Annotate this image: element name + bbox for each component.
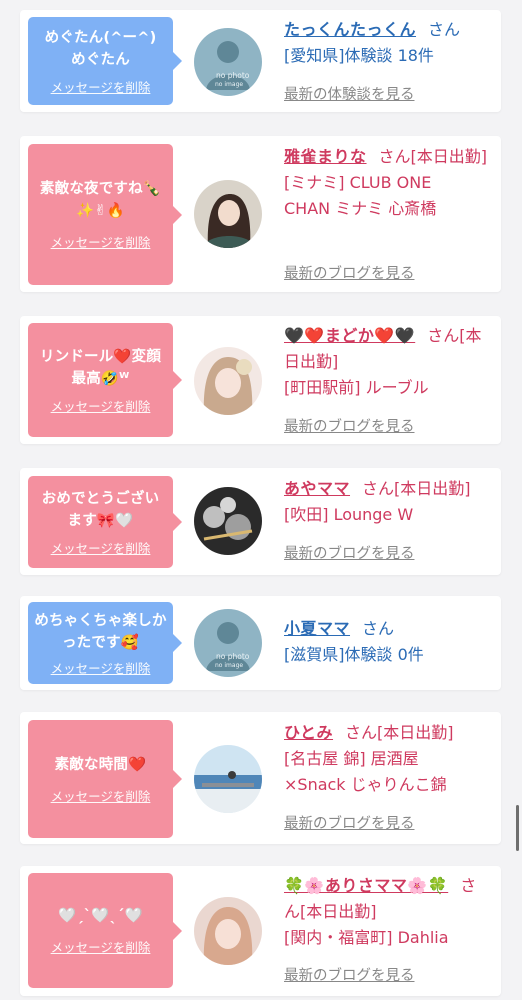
message-text: めぐたん(^ー^)めぐたん: [44, 29, 157, 68]
avatar[interactable]: no photo no image: [194, 609, 262, 677]
user-photo: [194, 347, 262, 415]
avatar[interactable]: [194, 897, 262, 965]
latest-blog-link[interactable]: 最新のブログを見る: [284, 542, 415, 563]
delete-message-link[interactable]: メッセージを削除: [51, 937, 151, 956]
name-suffix: さん: [362, 619, 395, 638]
user-info: 🖤❤️まどか❤️🖤 さん[本日出勤] [町田駅前] ルーブル: [284, 323, 491, 401]
latest-blog-link[interactable]: 最新のブログを見る: [284, 415, 415, 436]
user-photo: [194, 487, 262, 555]
avatar[interactable]: [194, 180, 262, 248]
message-text: 🤍ˏˋ🤍ˎˊ🤍: [58, 908, 143, 924]
user-name-link[interactable]: 🍀🌸ありさママ🌸🍀: [284, 876, 448, 895]
message-bubble: リンドール❤️変顔最高🤣ᵂ メッセージを削除: [28, 323, 182, 437]
delete-message-link[interactable]: メッセージを削除: [51, 77, 151, 96]
list-item: 素敵な時間❤️ メッセージを削除 ひとみ さん[本日出勤] [名古屋 錦] 居酒屋…: [20, 712, 501, 844]
message-text: 素敵な夜ですね🍾✨✌🔥: [39, 181, 162, 219]
user-meta: [ミナミ] CLUB ONE CHAN ミナミ 心斎橋: [284, 173, 437, 218]
user-name-link[interactable]: ひとみ: [284, 723, 333, 742]
svg-text:no image: no image: [215, 662, 243, 669]
user-meta: [町田駅前] ルーブル: [284, 378, 429, 397]
svg-text:no photo: no photo: [216, 71, 250, 80]
list-item: おめでとうございます🎀🤍 メッセージを削除 あやママ さん[本日出勤] [吹田] …: [20, 468, 501, 575]
name-suffix: さん: [428, 20, 461, 39]
user-name-link[interactable]: たっくんたっくん: [284, 20, 416, 39]
avatar[interactable]: no photo no image: [194, 28, 262, 96]
user-meta: [名古屋 錦] 居酒屋×Snack じゃりんこ錦: [284, 749, 447, 794]
avatar[interactable]: [194, 347, 262, 415]
user-info: あやママ さん[本日出勤] [吹田] Lounge W: [284, 476, 491, 528]
message-text: おめでとうございます🎀🤍: [41, 490, 160, 529]
message-bubble: 素敵な夜ですね🍾✨✌🔥 メッセージを削除: [28, 144, 182, 285]
message-bubble: 🤍ˏˋ🤍ˎˊ🤍 メッセージを削除: [28, 873, 182, 988]
delete-message-link[interactable]: メッセージを削除: [51, 786, 151, 805]
latest-blog-link[interactable]: 最新のブログを見る: [284, 262, 415, 283]
message-text: リンドール❤️変顔最高🤣ᵂ: [39, 348, 162, 387]
user-photo: [194, 745, 262, 813]
message-bubble: おめでとうございます🎀🤍 メッセージを削除: [28, 476, 182, 568]
delete-message-link[interactable]: メッセージを削除: [51, 232, 151, 251]
user-info: たっくんたっくん さん [愛知県]体験談 18件: [284, 17, 491, 69]
message-list: めぐたん(^ー^)めぐたん メッセージを削除 no photo no image…: [0, 0, 522, 1000]
avatar[interactable]: [194, 745, 262, 813]
latest-review-link[interactable]: 最新の体験談を見る: [284, 83, 415, 104]
latest-blog-link[interactable]: 最新のブログを見る: [284, 812, 415, 833]
name-suffix: さん[本日出勤]: [362, 479, 471, 498]
list-item: 🤍ˏˋ🤍ˎˊ🤍 メッセージを削除 🍀🌸ありさママ🌸🍀 さん[本日出勤] [関内・福…: [20, 866, 501, 996]
user-name-link[interactable]: あやママ: [284, 479, 350, 498]
user-info: 雅雀まりな さん[本日出勤] [ミナミ] CLUB ONE CHAN ミナミ 心斎…: [284, 144, 491, 222]
message-bubble: めぐたん(^ー^)めぐたん メッセージを削除: [28, 17, 182, 105]
list-item: 素敵な夜ですね🍾✨✌🔥 メッセージを削除 雅雀まりな さん[本日出勤] [ミナミ]…: [20, 136, 501, 292]
user-name-link[interactable]: 小夏ママ: [284, 619, 350, 638]
user-meta: [吹田] Lounge W: [284, 505, 414, 524]
scrollbar[interactable]: [516, 805, 519, 851]
latest-blog-link[interactable]: 最新のブログを見る: [284, 964, 415, 985]
delete-message-link[interactable]: メッセージを削除: [51, 658, 151, 677]
user-name-link[interactable]: 雅雀まりな: [284, 147, 367, 166]
list-item: めぐたん(^ー^)めぐたん メッセージを削除 no photo no image…: [20, 10, 501, 112]
user-meta: [滋賀県]体験談 0件: [284, 645, 424, 664]
avatar[interactable]: [194, 487, 262, 555]
name-suffix: さん[本日出勤]: [378, 147, 488, 166]
user-info: ひとみ さん[本日出勤] [名古屋 錦] 居酒屋×Snack じゃりんこ錦: [284, 720, 491, 798]
user-meta: [関内・福富町] Dahlia: [284, 928, 449, 947]
user-photo: [194, 897, 262, 965]
user-info: 小夏ママ さん [滋賀県]体験談 0件: [284, 616, 491, 668]
message-bubble: 素敵な時間❤️ メッセージを削除: [28, 720, 182, 838]
user-meta: [愛知県]体験談 18件: [284, 46, 434, 65]
svg-text:no image: no image: [215, 81, 243, 88]
delete-message-link[interactable]: メッセージを削除: [51, 396, 151, 415]
no-photo-icon: no photo no image: [194, 28, 262, 96]
user-photo: [194, 180, 262, 248]
message-text: めちゃくちゃ楽しかったです🥰: [34, 612, 167, 651]
delete-message-link[interactable]: メッセージを削除: [51, 538, 151, 557]
svg-text:no photo: no photo: [216, 652, 250, 661]
user-info: 🍀🌸ありさママ🌸🍀 さん[本日出勤] [関内・福富町] Dahlia: [284, 873, 491, 951]
list-item: リンドール❤️変顔最高🤣ᵂ メッセージを削除 🖤❤️まどか❤️🖤 さん[本日出勤]…: [20, 316, 501, 444]
no-photo-icon: no photo no image: [194, 609, 262, 677]
message-bubble: めちゃくちゃ楽しかったです🥰 メッセージを削除: [28, 602, 182, 684]
list-item: めちゃくちゃ楽しかったです🥰 メッセージを削除 no photo no imag…: [20, 596, 501, 690]
user-name-link[interactable]: 🖤❤️まどか❤️🖤: [284, 326, 415, 345]
message-text: 素敵な時間❤️: [54, 756, 147, 773]
name-suffix: さん[本日出勤]: [345, 723, 454, 742]
